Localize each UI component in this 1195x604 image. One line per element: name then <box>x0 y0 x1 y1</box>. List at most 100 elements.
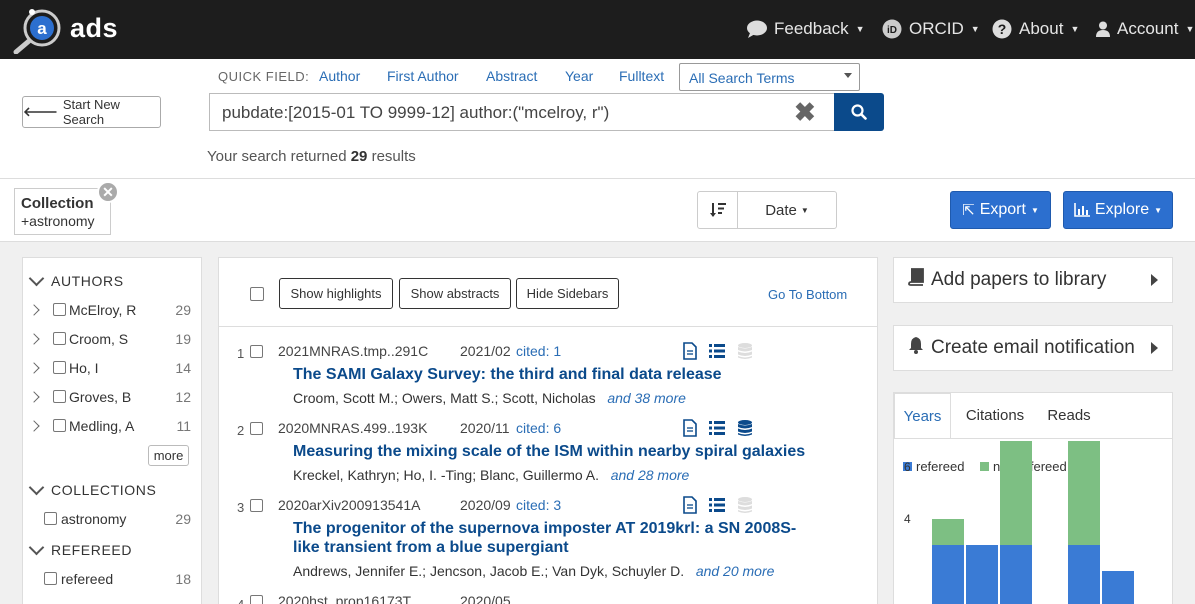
caret-down-icon: ▼ <box>970 24 980 34</box>
sort-field-dropdown[interactable]: Date ▼ <box>737 191 837 229</box>
bar-refereed <box>1068 545 1100 604</box>
more-authors-button[interactable]: more <box>148 445 189 466</box>
list-icon[interactable] <box>708 496 726 514</box>
result-cited-link[interactable]: cited: 6 <box>516 420 561 436</box>
explore-button[interactable]: Explore ▼ <box>1063 191 1173 229</box>
result-cited-link[interactable]: cited: 3 <box>516 497 561 513</box>
go-to-bottom-link[interactable]: Go To Bottom <box>768 287 847 302</box>
facet-label: Ho, I <box>69 360 99 376</box>
bar-refereed <box>1102 571 1134 604</box>
start-new-search-button[interactable]: 🡐 Start New Search <box>22 96 161 128</box>
result-date: 2020/05 <box>460 593 511 604</box>
email-notification-card[interactable]: Create email notification <box>893 325 1173 371</box>
result-title-link[interactable]: Measuring the mixing scale of the ISM wi… <box>293 442 833 461</box>
document-icon[interactable] <box>681 342 699 360</box>
result-checkbox[interactable] <box>250 422 263 435</box>
chevron-right-icon[interactable] <box>28 420 40 432</box>
result-title-link[interactable]: The SAMI Galaxy Survey: the third and fi… <box>293 365 813 384</box>
about-label: About <box>1019 19 1064 38</box>
export-button[interactable]: ⇱ Export ▼ <box>950 191 1051 229</box>
hide-sidebars-button[interactable]: Hide Sidebars <box>516 278 619 309</box>
facet-count: 12 <box>175 389 191 405</box>
results-count: 29 <box>350 148 368 165</box>
clear-search-icon[interactable]: ✖ <box>794 99 816 125</box>
tab-reads[interactable]: Reads <box>1038 393 1100 438</box>
database-icon[interactable] <box>736 419 754 437</box>
result-title-link[interactable]: The progenitor of the supernova imposter… <box>293 519 813 557</box>
search-button[interactable] <box>834 93 884 131</box>
bar-nonrefereed <box>1068 441 1100 545</box>
share-icon: ⇱ <box>962 202 975 219</box>
chevron-right-icon[interactable] <box>28 333 40 345</box>
caret-down-icon: ▼ <box>1030 205 1039 215</box>
svg-text:iD: iD <box>887 25 897 36</box>
remove-filter-icon[interactable]: ✕ <box>97 181 119 203</box>
result-author-list: Andrews, Jennifer E.; Jencson, Jacob E.;… <box>293 563 685 579</box>
select-all-checkbox[interactable] <box>250 287 264 301</box>
quick-field-year[interactable]: Year <box>565 68 593 84</box>
document-icon[interactable] <box>681 419 699 437</box>
facet-label: refereed <box>61 571 114 587</box>
results-summary: Your search returned 29 results <box>207 148 416 165</box>
result-checkbox[interactable] <box>250 499 263 512</box>
refereed-facet-title: REFEREED <box>51 542 133 558</box>
chevron-right-icon[interactable] <box>28 304 40 316</box>
add-to-library-card[interactable]: Add papers to library <box>893 257 1173 303</box>
facet-checkbox[interactable] <box>53 390 66 403</box>
svg-text:a: a <box>37 19 47 38</box>
quick-field-label: QUICK FIELD: <box>218 69 310 84</box>
orcid-menu[interactable]: iD ORCID ▼ <box>881 18 980 40</box>
refereed-facet-header[interactable]: REFEREED <box>28 539 133 558</box>
chevron-right-icon[interactable] <box>28 391 40 403</box>
tab-years[interactable]: Years <box>894 393 951 438</box>
result-date: 2020/09 <box>460 497 511 513</box>
result-more-authors-link[interactable]: and 20 more <box>696 563 775 579</box>
facet-count: 18 <box>175 571 191 587</box>
results-panel: Show highlights Show abstracts Hide Side… <box>218 257 878 604</box>
feedback-menu[interactable]: Feedback ▼ <box>746 18 865 40</box>
facet-checkbox[interactable] <box>53 332 66 345</box>
search-icon <box>851 104 867 120</box>
result-cited-link[interactable]: cited: 1 <box>516 343 561 359</box>
list-icon[interactable] <box>708 419 726 437</box>
result-checkbox[interactable] <box>250 345 263 358</box>
show-abstracts-button[interactable]: Show abstracts <box>399 278 511 309</box>
bar-refereed <box>932 545 964 604</box>
result-checkbox[interactable] <box>250 595 263 604</box>
show-highlights-button[interactable]: Show highlights <box>279 278 393 309</box>
facet-checkbox[interactable] <box>53 419 66 432</box>
brand-name[interactable]: ads <box>70 13 118 44</box>
document-icon[interactable] <box>681 496 699 514</box>
facet-checkbox[interactable] <box>53 303 66 316</box>
quick-field-author[interactable]: Author <box>319 68 360 84</box>
result-number: 2 <box>237 423 245 438</box>
quick-field-abstract[interactable]: Abstract <box>486 68 537 84</box>
facet-count: 29 <box>175 511 191 527</box>
facet-checkbox[interactable] <box>53 361 66 374</box>
facets-sidebar: AUTHORS McElroy, R 29 Croom, S 19 Ho, I … <box>22 257 202 604</box>
facet-checkbox[interactable] <box>44 512 57 525</box>
account-menu[interactable]: Account ▼ <box>1095 18 1194 40</box>
collections-facet-header[interactable]: COLLECTIONS <box>28 479 156 498</box>
legend-label-refereed: refereed <box>916 459 964 474</box>
list-icon[interactable] <box>708 342 726 360</box>
facet-label: McElroy, R <box>69 302 137 318</box>
feedback-label: Feedback <box>774 19 849 38</box>
svg-text:?: ? <box>998 21 1007 37</box>
result-more-authors-link[interactable]: and 28 more <box>611 467 690 483</box>
facet-checkbox[interactable] <box>44 572 57 585</box>
caret-down-icon: ▼ <box>1070 24 1080 34</box>
chevron-right-icon[interactable] <box>28 362 40 374</box>
tab-citations[interactable]: Citations <box>954 393 1036 438</box>
quick-field-fulltext[interactable]: Fulltext <box>619 68 664 84</box>
search-terms-select[interactable]: All Search Terms <box>679 63 860 91</box>
about-menu[interactable]: ? About ▼ <box>991 18 1079 40</box>
quick-field-first-author[interactable]: First Author <box>387 68 459 84</box>
result-more-authors-link[interactable]: and 38 more <box>607 390 686 406</box>
sort-direction-button[interactable] <box>697 191 738 229</box>
search-input[interactable]: pubdate:[2015-01 TO 9999-12] author:("mc… <box>209 93 836 131</box>
authors-facet-header[interactable]: AUTHORS <box>28 270 124 289</box>
chevron-down-icon <box>28 539 45 556</box>
divider <box>219 326 877 327</box>
ads-logo-icon[interactable]: a <box>12 6 64 54</box>
